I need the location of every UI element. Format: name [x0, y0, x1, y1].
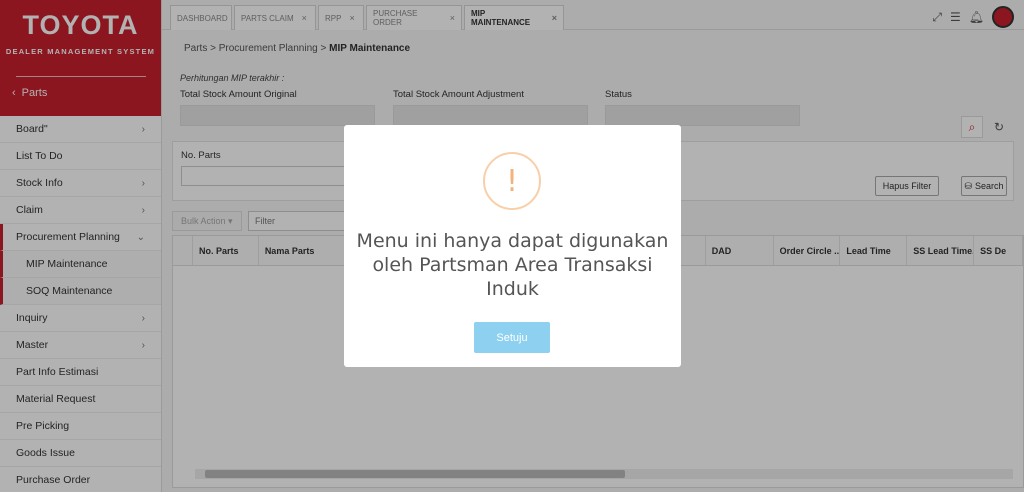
agree-button[interactable]: Setuju: [474, 322, 550, 353]
warning-icon: !: [483, 152, 541, 210]
alert-dialog: ! Menu ini hanya dapat digunakan oleh Pa…: [344, 125, 681, 367]
dialog-message: Menu ini hanya dapat digunakan oleh Part…: [356, 230, 669, 300]
